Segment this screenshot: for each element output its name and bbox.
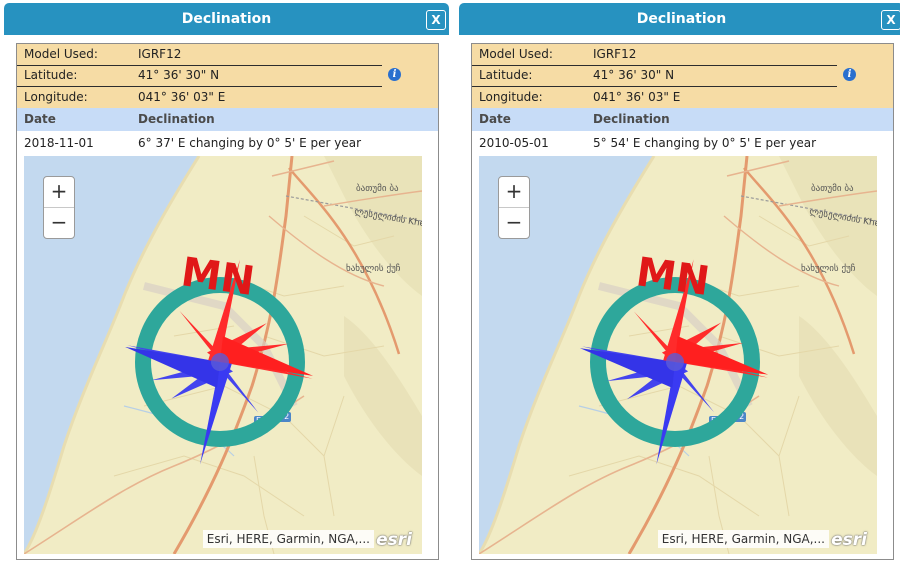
zoom-out-button[interactable]: −	[499, 208, 529, 238]
close-button[interactable]: X	[881, 10, 900, 30]
header-declination: Declination	[593, 112, 670, 126]
zoom-in-button[interactable]: +	[499, 177, 529, 208]
compass-rose: MN	[125, 249, 314, 465]
esri-logo: esri	[831, 530, 867, 550]
zoom-in-button[interactable]: +	[44, 177, 74, 208]
table-header: Date Declination	[472, 108, 893, 131]
row-declination: 5° 54' E changing by 0° 5' E per year	[593, 136, 817, 150]
info-icon[interactable]: i	[843, 68, 856, 81]
info-key: Model Used:	[24, 47, 98, 61]
panel-title: Declination	[636, 11, 727, 27]
info-row-longitude: Longitude: 041° 36' 03" E	[472, 87, 837, 108]
info-row-longitude: Longitude: 041° 36' 03" E	[17, 87, 382, 108]
zoom-control: + −	[498, 176, 530, 239]
titlebar[interactable]: Declination X	[459, 3, 900, 35]
header-date: Date	[479, 112, 511, 126]
zoom-control: + −	[43, 176, 75, 239]
row-date: 2010-05-01	[479, 136, 549, 150]
info-value: 041° 36' 03" E	[593, 90, 681, 104]
map-attribution[interactable]: Esri, HERE, Garmin, NGA,...	[202, 530, 374, 548]
compass-rose: MN	[579, 249, 769, 465]
map-view[interactable]: ბათუმი ბა ლესელიძის Khelvacha ხახულის ქუ…	[479, 156, 877, 554]
map-attribution[interactable]: Esri, HERE, Garmin, NGA,...	[657, 530, 829, 548]
info-row-model: Model Used: IGRF12	[472, 44, 837, 66]
info-key: Latitude:	[24, 68, 78, 82]
header-declination: Declination	[138, 112, 215, 126]
info-value: IGRF12	[593, 47, 637, 61]
row-date: 2018-11-01	[24, 136, 94, 150]
panel-title: Declination	[181, 11, 272, 27]
info-value: 41° 36' 30" N	[593, 68, 675, 82]
info-icon[interactable]: i	[388, 68, 401, 81]
info-key: Model Used:	[479, 47, 553, 61]
declination-content: Model Used: IGRF12 Latitude: 41° 36' 30"…	[16, 43, 439, 560]
declination-panel-right: Declination X Model Used: IGRF12 Latitud…	[455, 0, 900, 562]
info-value: 41° 36' 30" N	[138, 68, 220, 82]
close-button[interactable]: X	[426, 10, 446, 30]
info-row-latitude: Latitude: 41° 36' 30" N	[472, 65, 837, 87]
info-row-model: Model Used: IGRF12	[17, 44, 382, 66]
declination-panel-left: Declination X Model Used: IGRF12 Latitud…	[0, 0, 449, 562]
info-row-latitude: Latitude: 41° 36' 30" N	[17, 65, 382, 87]
table-row: 2018-11-01 6° 37' E changing by 0° 5' E …	[17, 131, 438, 154]
info-block: Model Used: IGRF12 Latitude: 41° 36' 30"…	[17, 44, 438, 108]
zoom-out-button[interactable]: −	[44, 208, 74, 238]
row-declination: 6° 37' E changing by 0° 5' E per year	[138, 136, 362, 150]
info-value: 041° 36' 03" E	[138, 90, 226, 104]
esri-logo: esri	[376, 530, 412, 550]
info-key: Longitude:	[24, 90, 88, 104]
info-block: Model Used: IGRF12 Latitude: 41° 36' 30"…	[472, 44, 893, 108]
info-key: Latitude:	[479, 68, 533, 82]
table-row: 2010-05-01 5° 54' E changing by 0° 5' E …	[472, 131, 893, 154]
info-value: IGRF12	[138, 47, 182, 61]
map-view[interactable]: ბათუმი ბა ლესელიძის Khelvacha ხახულის ქუ…	[24, 156, 422, 554]
info-key: Longitude:	[479, 90, 543, 104]
table-header: Date Declination	[17, 108, 438, 131]
declination-content: Model Used: IGRF12 Latitude: 41° 36' 30"…	[471, 43, 894, 560]
header-date: Date	[24, 112, 56, 126]
titlebar[interactable]: Declination X	[4, 3, 449, 35]
